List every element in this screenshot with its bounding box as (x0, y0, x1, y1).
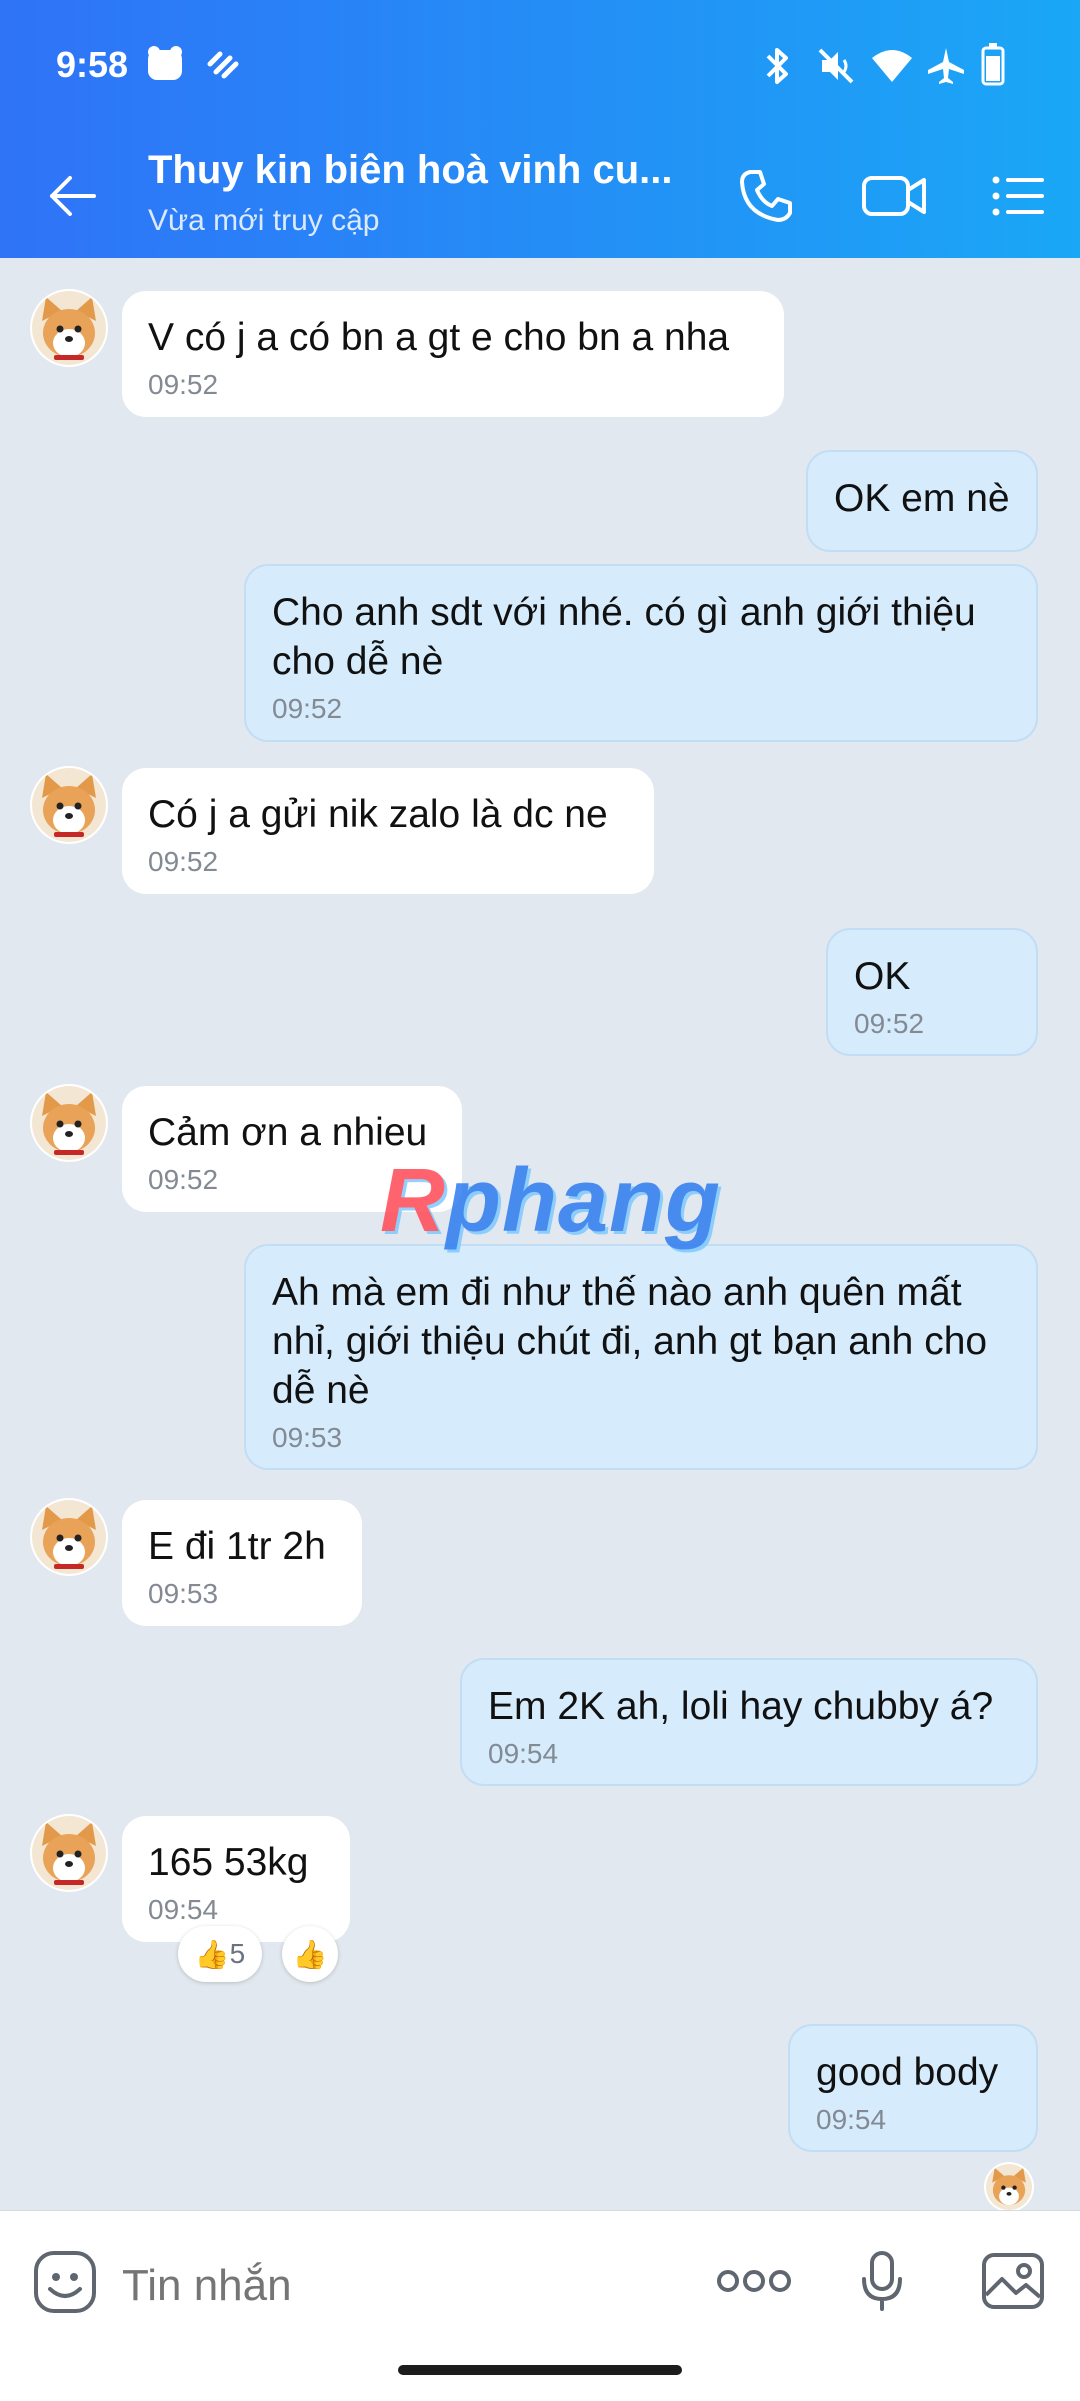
airplane-mode-icon (928, 48, 964, 84)
outgoing-message-bubble[interactable]: Em 2K ah, loli hay chubby á? 09:54 (460, 1658, 1038, 1786)
incoming-message-bubble[interactable]: E đi 1tr 2h 09:53 (122, 1500, 362, 1626)
microphone-icon[interactable] (860, 2249, 904, 2313)
reaction-summary[interactable]: 👍 5 (178, 1926, 262, 1982)
chat-header: 9:58 Thuy kin biên hoà vinh cu... Vừa mớ… (0, 0, 1080, 258)
outgoing-message-bubble[interactable]: Cho anh sdt với nhé. có gì anh giới thiệ… (244, 564, 1038, 742)
sticker-icon[interactable] (32, 2249, 98, 2315)
corgi-avatar-icon (42, 1506, 96, 1569)
watermark-logo: Rphang (380, 1150, 721, 1253)
image-gallery-icon[interactable] (980, 2251, 1046, 2311)
corgi-avatar-icon (42, 297, 96, 360)
message-time: 09:54 (148, 1894, 219, 1925)
watermark-prefix: R (380, 1151, 446, 1251)
thumbs-up-icon: 👍 (194, 1938, 230, 1970)
message-text: Cho anh sdt với nhé. có gì anh giới thiệ… (272, 591, 976, 683)
message-text: OK em nè (834, 477, 1010, 520)
message-time: 09:53 (148, 1578, 219, 1609)
back-arrow-icon[interactable] (44, 168, 100, 224)
corgi-avatar-icon (42, 774, 96, 837)
outgoing-message-bubble[interactable]: OK 09:52 (826, 928, 1038, 1056)
message-time: 09:54 (488, 1738, 559, 1769)
video-call-icon[interactable] (860, 166, 928, 226)
voice-call-icon[interactable] (736, 166, 796, 226)
battery-icon (981, 43, 1005, 86)
message-time: 09:52 (854, 1008, 925, 1039)
status-bar: 9:58 (0, 0, 1080, 130)
seen-avatar (986, 2164, 1032, 2210)
wifi-icon (872, 50, 912, 82)
message-text: E đi 1tr 2h (148, 1525, 326, 1568)
outgoing-message-bubble[interactable]: OK em nè (806, 450, 1038, 552)
zalo-notification-icon (207, 51, 239, 79)
incoming-message-bubble[interactable]: Có j a gửi nik zalo là dc ne 09:52 (122, 768, 654, 894)
message-time: 09:52 (148, 846, 219, 877)
message-text: Em 2K ah, loli hay chubby á? (488, 1685, 994, 1728)
corgi-avatar-icon (992, 2167, 1026, 2206)
contact-avatar[interactable] (32, 768, 106, 842)
message-time: 09:52 (272, 693, 343, 724)
chat-title[interactable]: Thuy kin biên hoà vinh cu... (148, 148, 673, 193)
message-input[interactable] (120, 2255, 684, 2317)
more-options-icon[interactable] (716, 2267, 792, 2295)
message-time: 09:53 (272, 1422, 343, 1453)
app-notification-icon (148, 46, 182, 80)
gesture-navigation-bar[interactable] (398, 2365, 682, 2375)
chat-options-menu-icon[interactable] (990, 166, 1046, 226)
message-time: 09:52 (148, 369, 219, 400)
mute-icon (818, 48, 854, 84)
message-text: Ah mà em đi như thế nào anh quên mất nhỉ… (272, 1271, 988, 1412)
message-text: 165 53kg (148, 1841, 309, 1884)
chat-subtitle: Vừa mới truy cập (148, 204, 380, 237)
outgoing-message-bubble[interactable]: Ah mà em đi như thế nào anh quên mất nhỉ… (244, 1244, 1038, 1470)
incoming-message-bubble[interactable]: V có j a có bn a gt e cho bn a nha 09:52 (122, 291, 784, 417)
thumbs-up-icon: 👍 (292, 1938, 328, 1970)
contact-avatar[interactable] (32, 1086, 106, 1160)
watermark-text: phang (446, 1151, 721, 1251)
corgi-avatar-icon (42, 1822, 96, 1885)
message-text: V có j a có bn a gt e cho bn a nha (148, 316, 730, 359)
contact-avatar[interactable] (32, 1816, 106, 1890)
corgi-avatar-icon (42, 1092, 96, 1155)
status-time: 9:58 (56, 44, 129, 85)
contact-avatar[interactable] (32, 291, 106, 365)
bluetooth-icon (766, 48, 788, 84)
contact-avatar[interactable] (32, 1500, 106, 1574)
message-text: good body (816, 2051, 999, 2094)
reaction-count: 5 (229, 1938, 246, 1969)
outgoing-message-bubble[interactable]: good body 09:54 (788, 2024, 1038, 2152)
incoming-message-bubble[interactable]: 165 53kg 09:54 (122, 1816, 350, 1942)
message-time: 09:54 (816, 2104, 887, 2135)
message-text: OK (854, 955, 911, 998)
add-reaction-button[interactable]: 👍 (282, 1926, 338, 1982)
message-text: Có j a gửi nik zalo là dc ne (148, 793, 608, 836)
